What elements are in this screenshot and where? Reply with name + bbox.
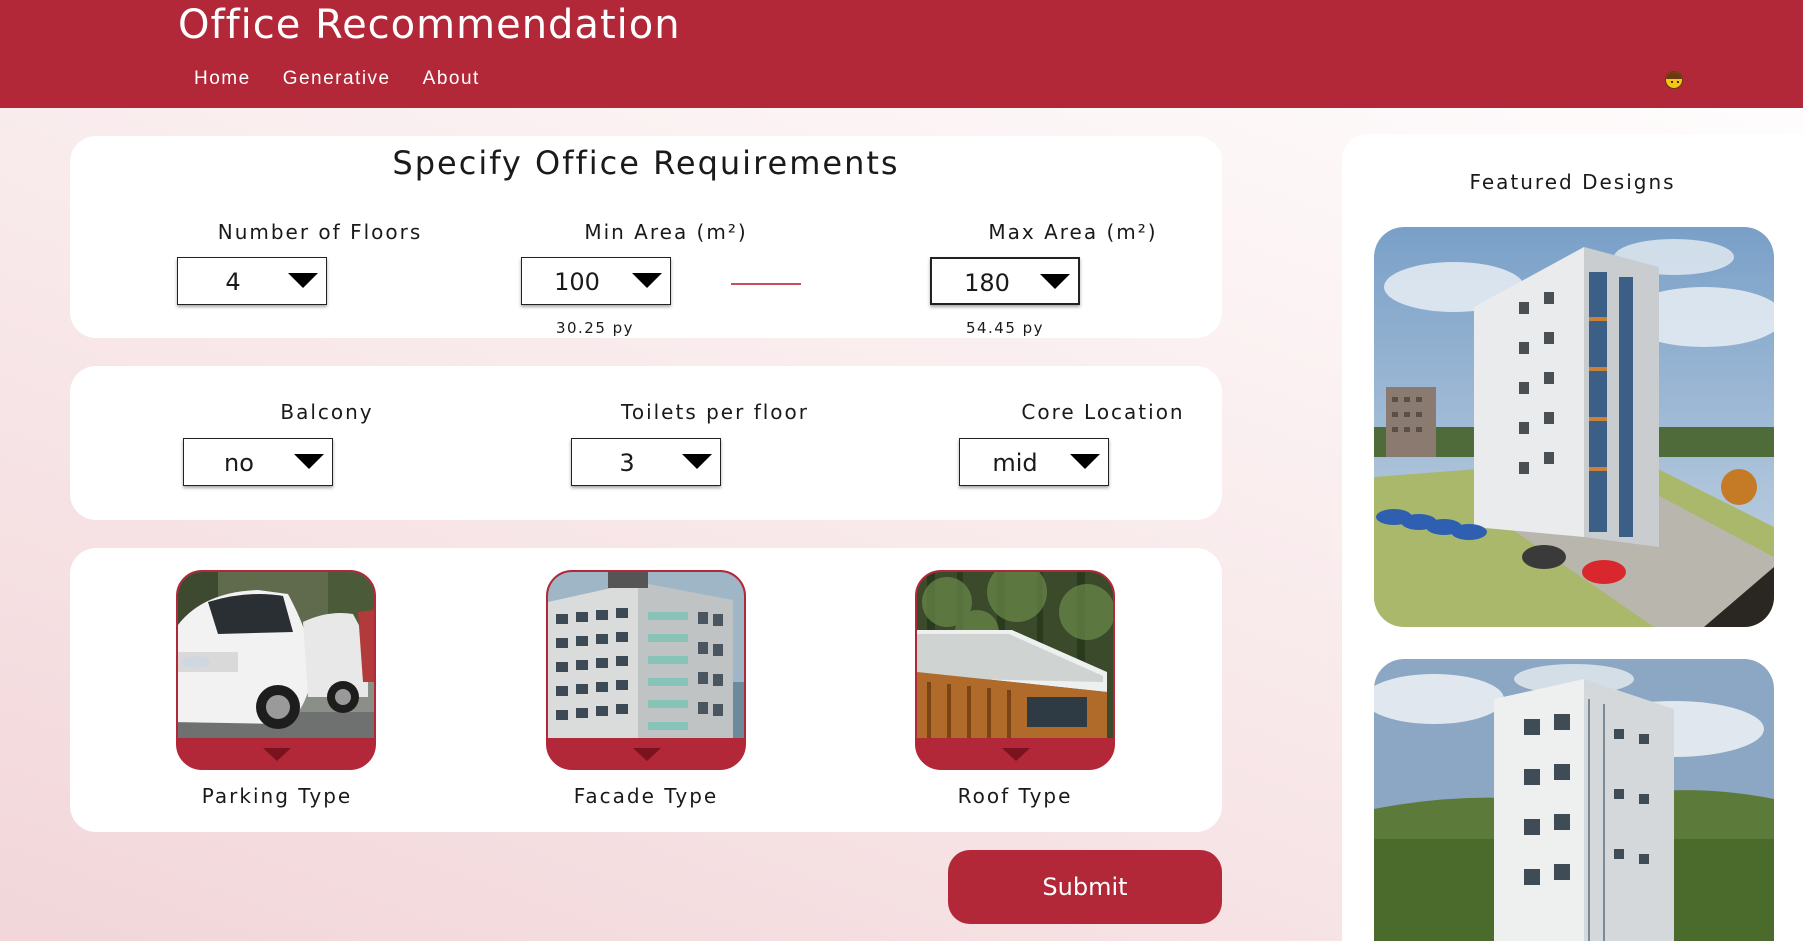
nav-home[interactable]: Home [194, 68, 251, 90]
dropdown-caret-icon [682, 454, 712, 469]
nav-generative[interactable]: Generative [283, 68, 391, 90]
featured-panel: Featured Designs [1342, 134, 1803, 941]
balcony-value: no [224, 449, 254, 477]
submit-button[interactable]: Submit [948, 850, 1222, 924]
featured-design-2[interactable] [1374, 659, 1774, 941]
featured-design-1[interactable] [1374, 227, 1774, 627]
max-area-value: 180 [964, 269, 1010, 297]
max-area-py: 54.45 py [965, 319, 1045, 337]
floors-select[interactable]: 4 [177, 257, 327, 305]
main-nav: Home Generative About [194, 68, 480, 90]
chevron-down-icon [263, 748, 291, 761]
max-area-label: Max Area (m²) [988, 220, 1158, 244]
nav-about[interactable]: About [423, 68, 480, 90]
toilets-select[interactable]: 3 [571, 438, 721, 486]
dropdown-caret-icon [288, 273, 318, 288]
core-select[interactable]: mid [959, 438, 1109, 486]
core-value: mid [992, 449, 1038, 477]
core-label: Core Location [1021, 400, 1185, 424]
toilets-value: 3 [619, 449, 635, 477]
max-area-select[interactable]: 180 [930, 257, 1080, 305]
toilets-label: Toilets per floor [621, 400, 809, 424]
facade-type-tile[interactable] [546, 570, 746, 770]
app-header: Office Recommendation Home Generative Ab… [0, 0, 1803, 108]
parking-type-label: Parking Type [201, 784, 353, 808]
user-avatar-icon[interactable] [1665, 71, 1683, 89]
roof-image [917, 572, 1113, 738]
floors-value: 4 [225, 268, 241, 296]
requirements-card: Specify Office Requirements Number of Fl… [70, 136, 1222, 338]
facade-image [548, 572, 744, 738]
options-card: Balcony no Toilets per floor 3 Core Loca… [70, 366, 1222, 520]
dropdown-caret-icon [1040, 274, 1070, 289]
range-separator [731, 283, 801, 285]
floors-label: Number of Floors [217, 220, 423, 244]
parking-type-tile[interactable] [176, 570, 376, 770]
min-area-py: 30.25 py [555, 319, 635, 337]
dropdown-caret-icon [1070, 454, 1100, 469]
app-title: Office Recommendation [178, 2, 681, 48]
dropdown-caret-icon [294, 454, 324, 469]
featured-title: Featured Designs [1469, 170, 1676, 194]
roof-type-tile[interactable] [915, 570, 1115, 770]
dropdown-caret-icon [632, 273, 662, 288]
chevron-down-icon [633, 748, 661, 761]
types-card: Parking Type Facade Type Roof Type [70, 548, 1222, 832]
facade-type-label: Facade Type [573, 784, 719, 808]
min-area-select[interactable]: 100 [521, 257, 671, 305]
balcony-label: Balcony [280, 400, 374, 424]
chevron-down-icon [1002, 748, 1030, 761]
min-area-label: Min Area (m²) [584, 220, 748, 244]
roof-type-label: Roof Type [957, 784, 1073, 808]
min-area-value: 100 [554, 268, 600, 296]
parking-image [178, 572, 374, 738]
balcony-select[interactable]: no [183, 438, 333, 486]
section-title: Specify Office Requirements [392, 144, 900, 182]
